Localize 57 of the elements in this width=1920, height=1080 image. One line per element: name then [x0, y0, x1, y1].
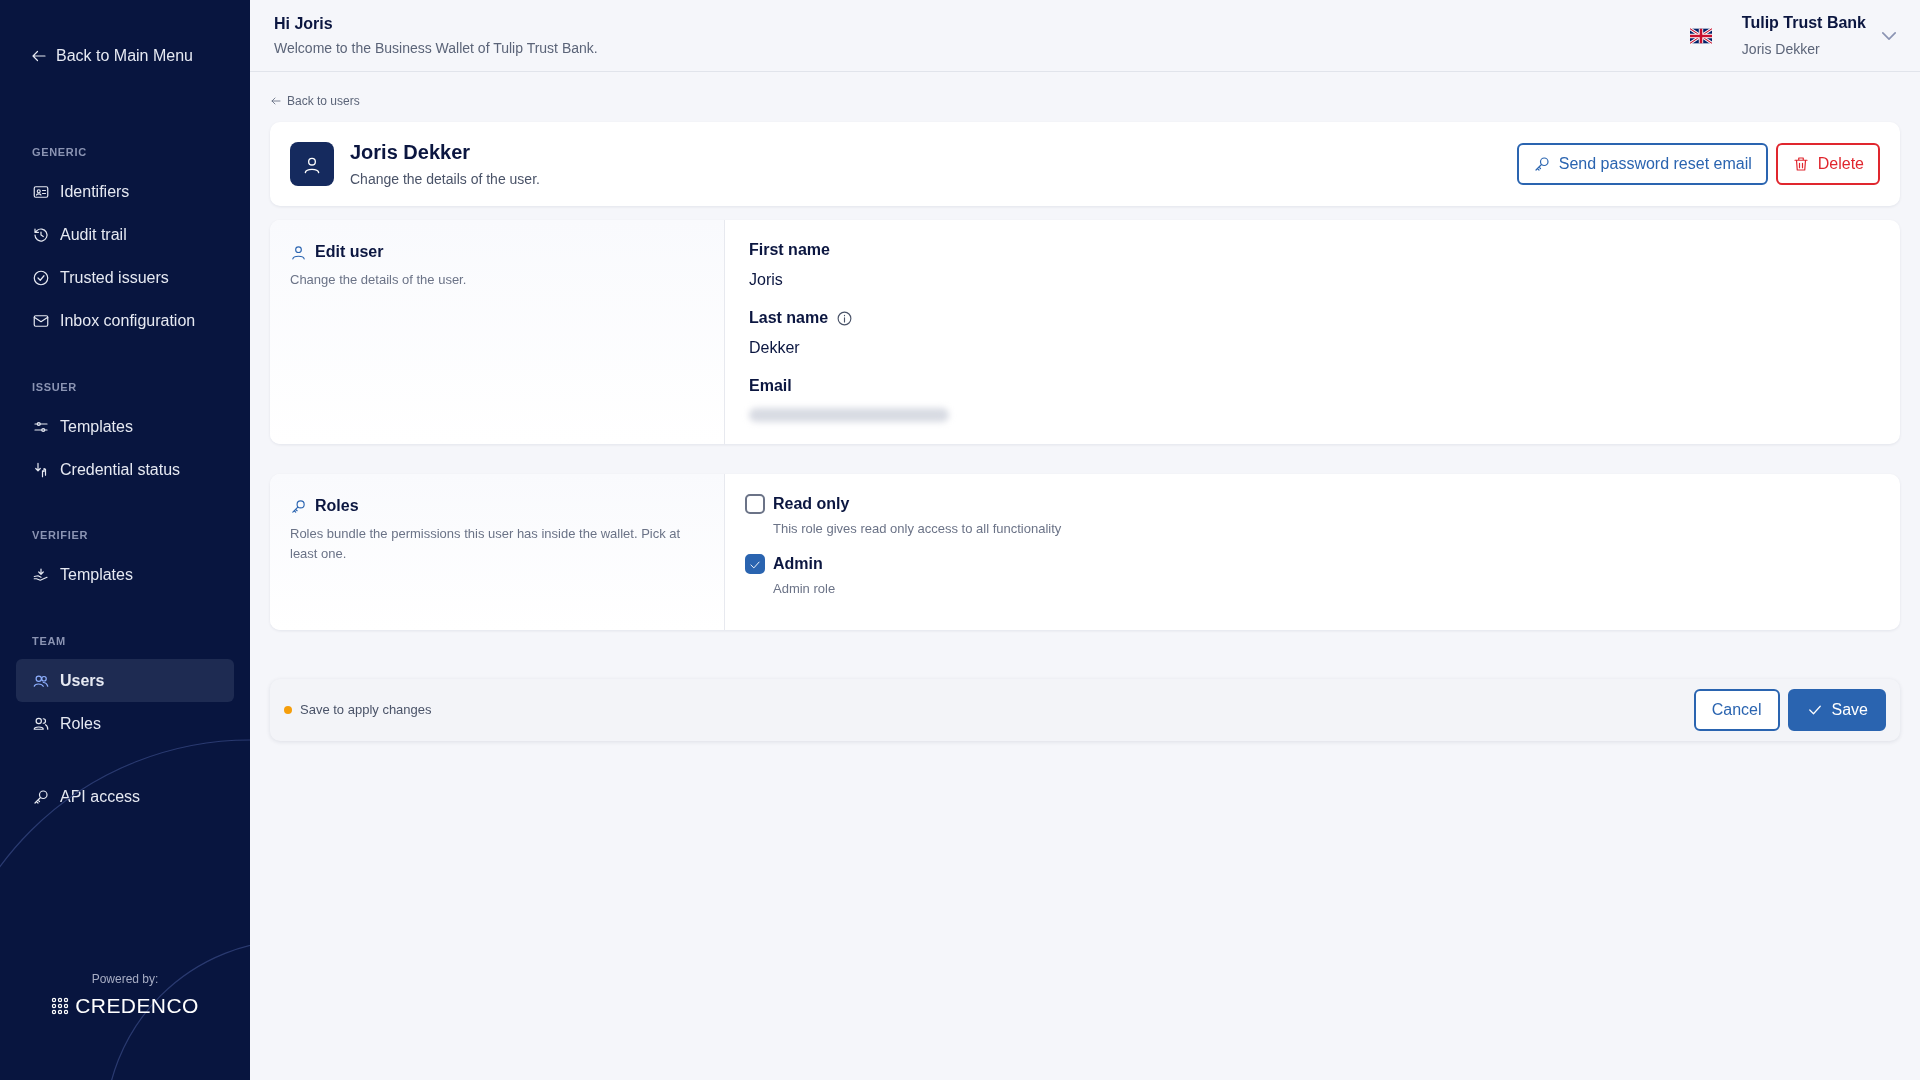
sidebar-item[interactable]: Trusted issuers: [16, 256, 234, 300]
history-icon: [32, 226, 50, 244]
delete-button[interactable]: Delete: [1775, 143, 1880, 185]
role-description: Admin role: [773, 581, 836, 596]
person-icon: [290, 244, 307, 262]
section-description: Change the details of the user.: [290, 272, 467, 287]
section-heading: GENERIC: [32, 146, 87, 158]
section-description: Roles bundle the permissions this user has inside the wallet. Pick at least one.: [290, 526, 681, 561]
user-name-title: Joris Dekker: [350, 141, 471, 163]
sidebar-item[interactable]: API access: [16, 775, 234, 818]
field-label: Email: [749, 376, 792, 396]
welcome-text: Welcome to the Business Wallet of Tulip Trust Bank.: [274, 39, 598, 56]
user-name: Joris Dekker: [1741, 40, 1820, 57]
sidebar-item[interactable]: Roles: [16, 702, 234, 745]
section-title: Edit user: [315, 242, 384, 262]
sidebar-item[interactable]: Identifiers: [16, 170, 234, 214]
role-description: This role gives read only access to all functionality: [773, 521, 1062, 536]
key-icon: [290, 498, 307, 516]
powered-by-label: Powered by:: [91, 971, 159, 989]
subtitle: Change the details of the user.: [350, 171, 540, 187]
save-button[interactable]: Save: [1787, 689, 1886, 731]
flag-icon: [1689, 27, 1712, 44]
trash-icon: [1791, 155, 1810, 173]
sidebar-item[interactable]: Templates: [16, 553, 234, 597]
sidebar-item[interactable]: Audit trail: [16, 213, 234, 257]
sidebar-item[interactable]: Users: [16, 659, 234, 702]
field-value: Dekker: [749, 339, 800, 356]
send-reset-email-button[interactable]: Send password reset email: [1516, 143, 1768, 185]
key-icon: [32, 787, 50, 806]
chevron-down-icon: [1882, 32, 1896, 41]
back-to-users-link[interactable]: Back to users: [270, 92, 360, 110]
field-value: Joris: [749, 271, 783, 288]
sidebar-item[interactable]: Templates: [16, 405, 234, 448]
hand-icon: [32, 566, 50, 584]
section-heading: TEAM: [32, 634, 66, 647]
field-label: First name: [749, 240, 830, 260]
sidebar-item[interactable]: Credential status: [16, 448, 234, 491]
envelope-icon: [32, 312, 50, 330]
sidebar-item[interactable]: Inbox configuration: [16, 299, 234, 343]
dots-logo-icon: [51, 997, 70, 1015]
arrow-left-icon: [270, 95, 282, 107]
role-checkbox[interactable]: [745, 554, 765, 574]
section-title: Roles: [315, 496, 359, 516]
unsaved-changes-message: Save to apply changes: [300, 702, 432, 718]
back-to-main-menu-link[interactable]: Back to Main Menu: [30, 44, 193, 68]
role-checkbox[interactable]: [745, 494, 765, 514]
section-heading: ISSUER: [32, 380, 77, 393]
brand-logo: CREDENCO: [51, 990, 199, 1022]
role-name: Read only: [773, 495, 850, 512]
greeting: Hi Joris: [274, 14, 333, 32]
section-heading: VERIFIER: [32, 529, 88, 541]
organization-name: Tulip Trust Bank: [1741, 13, 1866, 31]
field-label: Last name: [749, 308, 829, 328]
cancel-button[interactable]: Cancel: [1693, 689, 1780, 731]
role-name: Admin: [773, 555, 823, 572]
id-card-icon: [32, 183, 50, 201]
check-circle-icon: [32, 269, 50, 287]
